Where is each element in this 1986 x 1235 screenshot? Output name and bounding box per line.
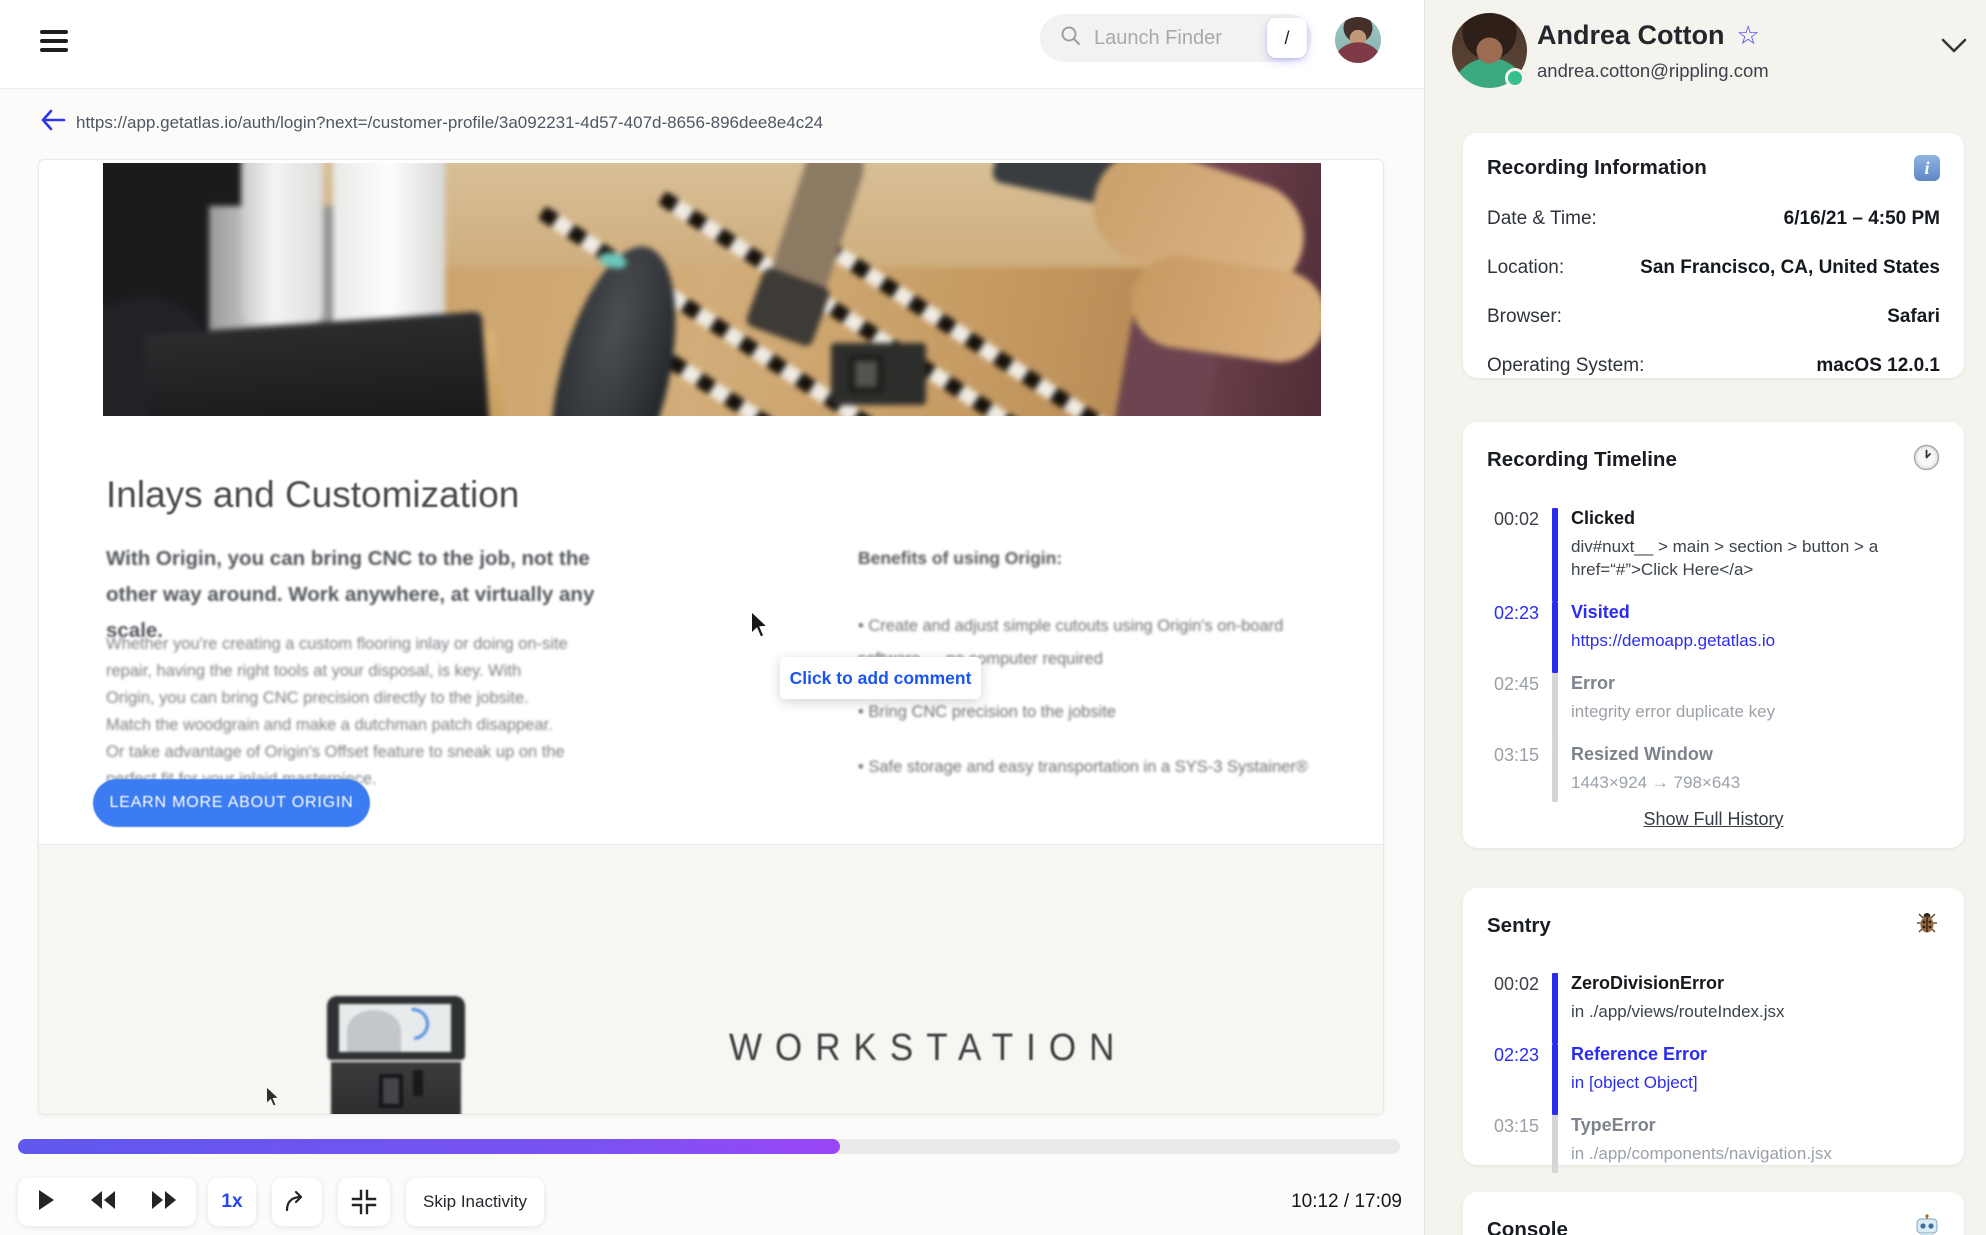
- info-row: Date & Time: 6/16/21 – 4:50 PM: [1487, 208, 1940, 229]
- rewind-button[interactable]: [89, 1190, 117, 1215]
- timeline-event[interactable]: 03:15 Resized Window 1443×924 → 798×643: [1487, 744, 1940, 802]
- bug-icon: [1914, 910, 1940, 941]
- recorded-page-frame: Inlays and Customization With Origin, yo…: [38, 159, 1384, 1115]
- slash-shortcut-key: /: [1267, 18, 1307, 58]
- back-arrow-icon[interactable]: [40, 109, 66, 136]
- playback-progress-fill: [18, 1139, 841, 1154]
- info-row: Operating System: macOS 12.0.1: [1487, 355, 1940, 376]
- playback-speed-button[interactable]: 1x: [208, 1178, 256, 1226]
- recording-timeline-card: Recording Timeline 00:02 Clicked div#nux…: [1463, 422, 1964, 848]
- timeline-event[interactable]: 02:23 Visited https://demoapp.getatlas.i…: [1487, 602, 1940, 673]
- robot-icon: [1914, 1214, 1940, 1235]
- details-sidebar: Andrea Cotton ☆ andrea.cotton@rippling.c…: [1425, 0, 1986, 1235]
- workstation-logo: WORKSTATION: [729, 1026, 1128, 1069]
- sentry-event[interactable]: 02:23 Reference Error in [object Object]: [1487, 1044, 1940, 1115]
- event-marker-bar: [1552, 508, 1558, 602]
- show-full-history-link[interactable]: Show Full History: [1487, 809, 1940, 830]
- playback-progress-bar[interactable]: [18, 1139, 1400, 1154]
- origin-device-image: [321, 996, 471, 1114]
- event-marker-bar: [1552, 744, 1558, 802]
- chevron-down-icon[interactable]: [1941, 38, 1967, 59]
- session-replay-app: Launch Finder / https://app.getatlas.io/…: [0, 0, 1986, 1235]
- recording-information-card: Recording Information Date & Time: 6/16/…: [1463, 133, 1964, 378]
- transport-controls: [18, 1178, 196, 1226]
- hero-photo: [103, 163, 1321, 416]
- event-marker-bar: [1552, 1044, 1558, 1115]
- playback-timecode: 10:12 / 17:09: [1291, 1191, 1402, 1212]
- event-marker-bar: [1552, 973, 1558, 1044]
- clock-icon: [1913, 444, 1940, 476]
- learn-more-button[interactable]: LEARN MORE ABOUT ORIGIN: [93, 779, 370, 827]
- benefit-item: Bring CNC precision to the jobsite: [858, 703, 1340, 722]
- benefits-title: Benefits of using Origin:: [858, 548, 1063, 568]
- add-comment-tooltip[interactable]: Click to add comment: [780, 657, 981, 699]
- timeline-event[interactable]: 02:45 Error integrity error duplicate ke…: [1487, 673, 1940, 744]
- collapse-view-button[interactable]: [338, 1178, 390, 1226]
- recorded-cursor-trail-icon: [265, 1085, 281, 1113]
- search-placeholder: Launch Finder: [1094, 26, 1222, 49]
- event-marker-bar: [1552, 602, 1558, 673]
- info-row: Browser: Safari: [1487, 306, 1940, 327]
- card-title: Sentry: [1487, 913, 1551, 937]
- fast-forward-button[interactable]: [150, 1190, 178, 1215]
- console-card: Console: [1463, 1192, 1964, 1235]
- play-button[interactable]: [36, 1189, 56, 1216]
- skip-inactivity-button[interactable]: Skip Inactivity: [406, 1178, 544, 1226]
- profile-name: Andrea Cotton: [1537, 20, 1725, 50]
- card-title: Console: [1487, 1217, 1568, 1235]
- user-avatar[interactable]: [1335, 17, 1381, 63]
- main-panel: Launch Finder / https://app.getatlas.io/…: [0, 0, 1425, 1235]
- event-marker-bar: [1552, 673, 1558, 744]
- info-icon: [1914, 155, 1940, 181]
- favorite-star-icon[interactable]: ☆: [1736, 20, 1759, 51]
- page-heading: Inlays and Customization: [106, 474, 520, 515]
- page-lower-section: [39, 844, 1383, 1114]
- online-status-dot: [1505, 68, 1525, 88]
- sentry-card: Sentry 00:02 ZeroDivisionError in ./app/…: [1463, 888, 1964, 1173]
- top-bar: Launch Finder /: [0, 0, 1424, 89]
- info-row: Location: San Francisco, CA, United Stat…: [1487, 257, 1940, 278]
- event-marker-bar: [1552, 1115, 1558, 1173]
- benefit-item: Safe storage and easy transportation in …: [858, 758, 1340, 777]
- search-icon: [1060, 25, 1082, 52]
- menu-icon[interactable]: [40, 30, 68, 58]
- page-body-text: Whether you're creating a custom floorin…: [106, 635, 568, 788]
- sentry-event[interactable]: 03:15 TypeError in ./app/components/navi…: [1487, 1115, 1940, 1173]
- sentry-event[interactable]: 00:02 ZeroDivisionError in ./app/views/r…: [1487, 973, 1940, 1044]
- profile-email: andrea.cotton@rippling.com: [1537, 60, 1769, 81]
- card-title: Recording Timeline: [1487, 448, 1677, 471]
- recorded-cursor-icon: [749, 609, 771, 645]
- card-title: Recording Information: [1487, 156, 1707, 179]
- share-button[interactable]: [272, 1178, 322, 1226]
- search-input[interactable]: Launch Finder /: [1040, 14, 1312, 62]
- timeline-event[interactable]: 00:02 Clicked div#nuxt__ > main > sectio…: [1487, 508, 1940, 602]
- recorded-page-url: https://app.getatlas.io/auth/login?next=…: [76, 113, 824, 132]
